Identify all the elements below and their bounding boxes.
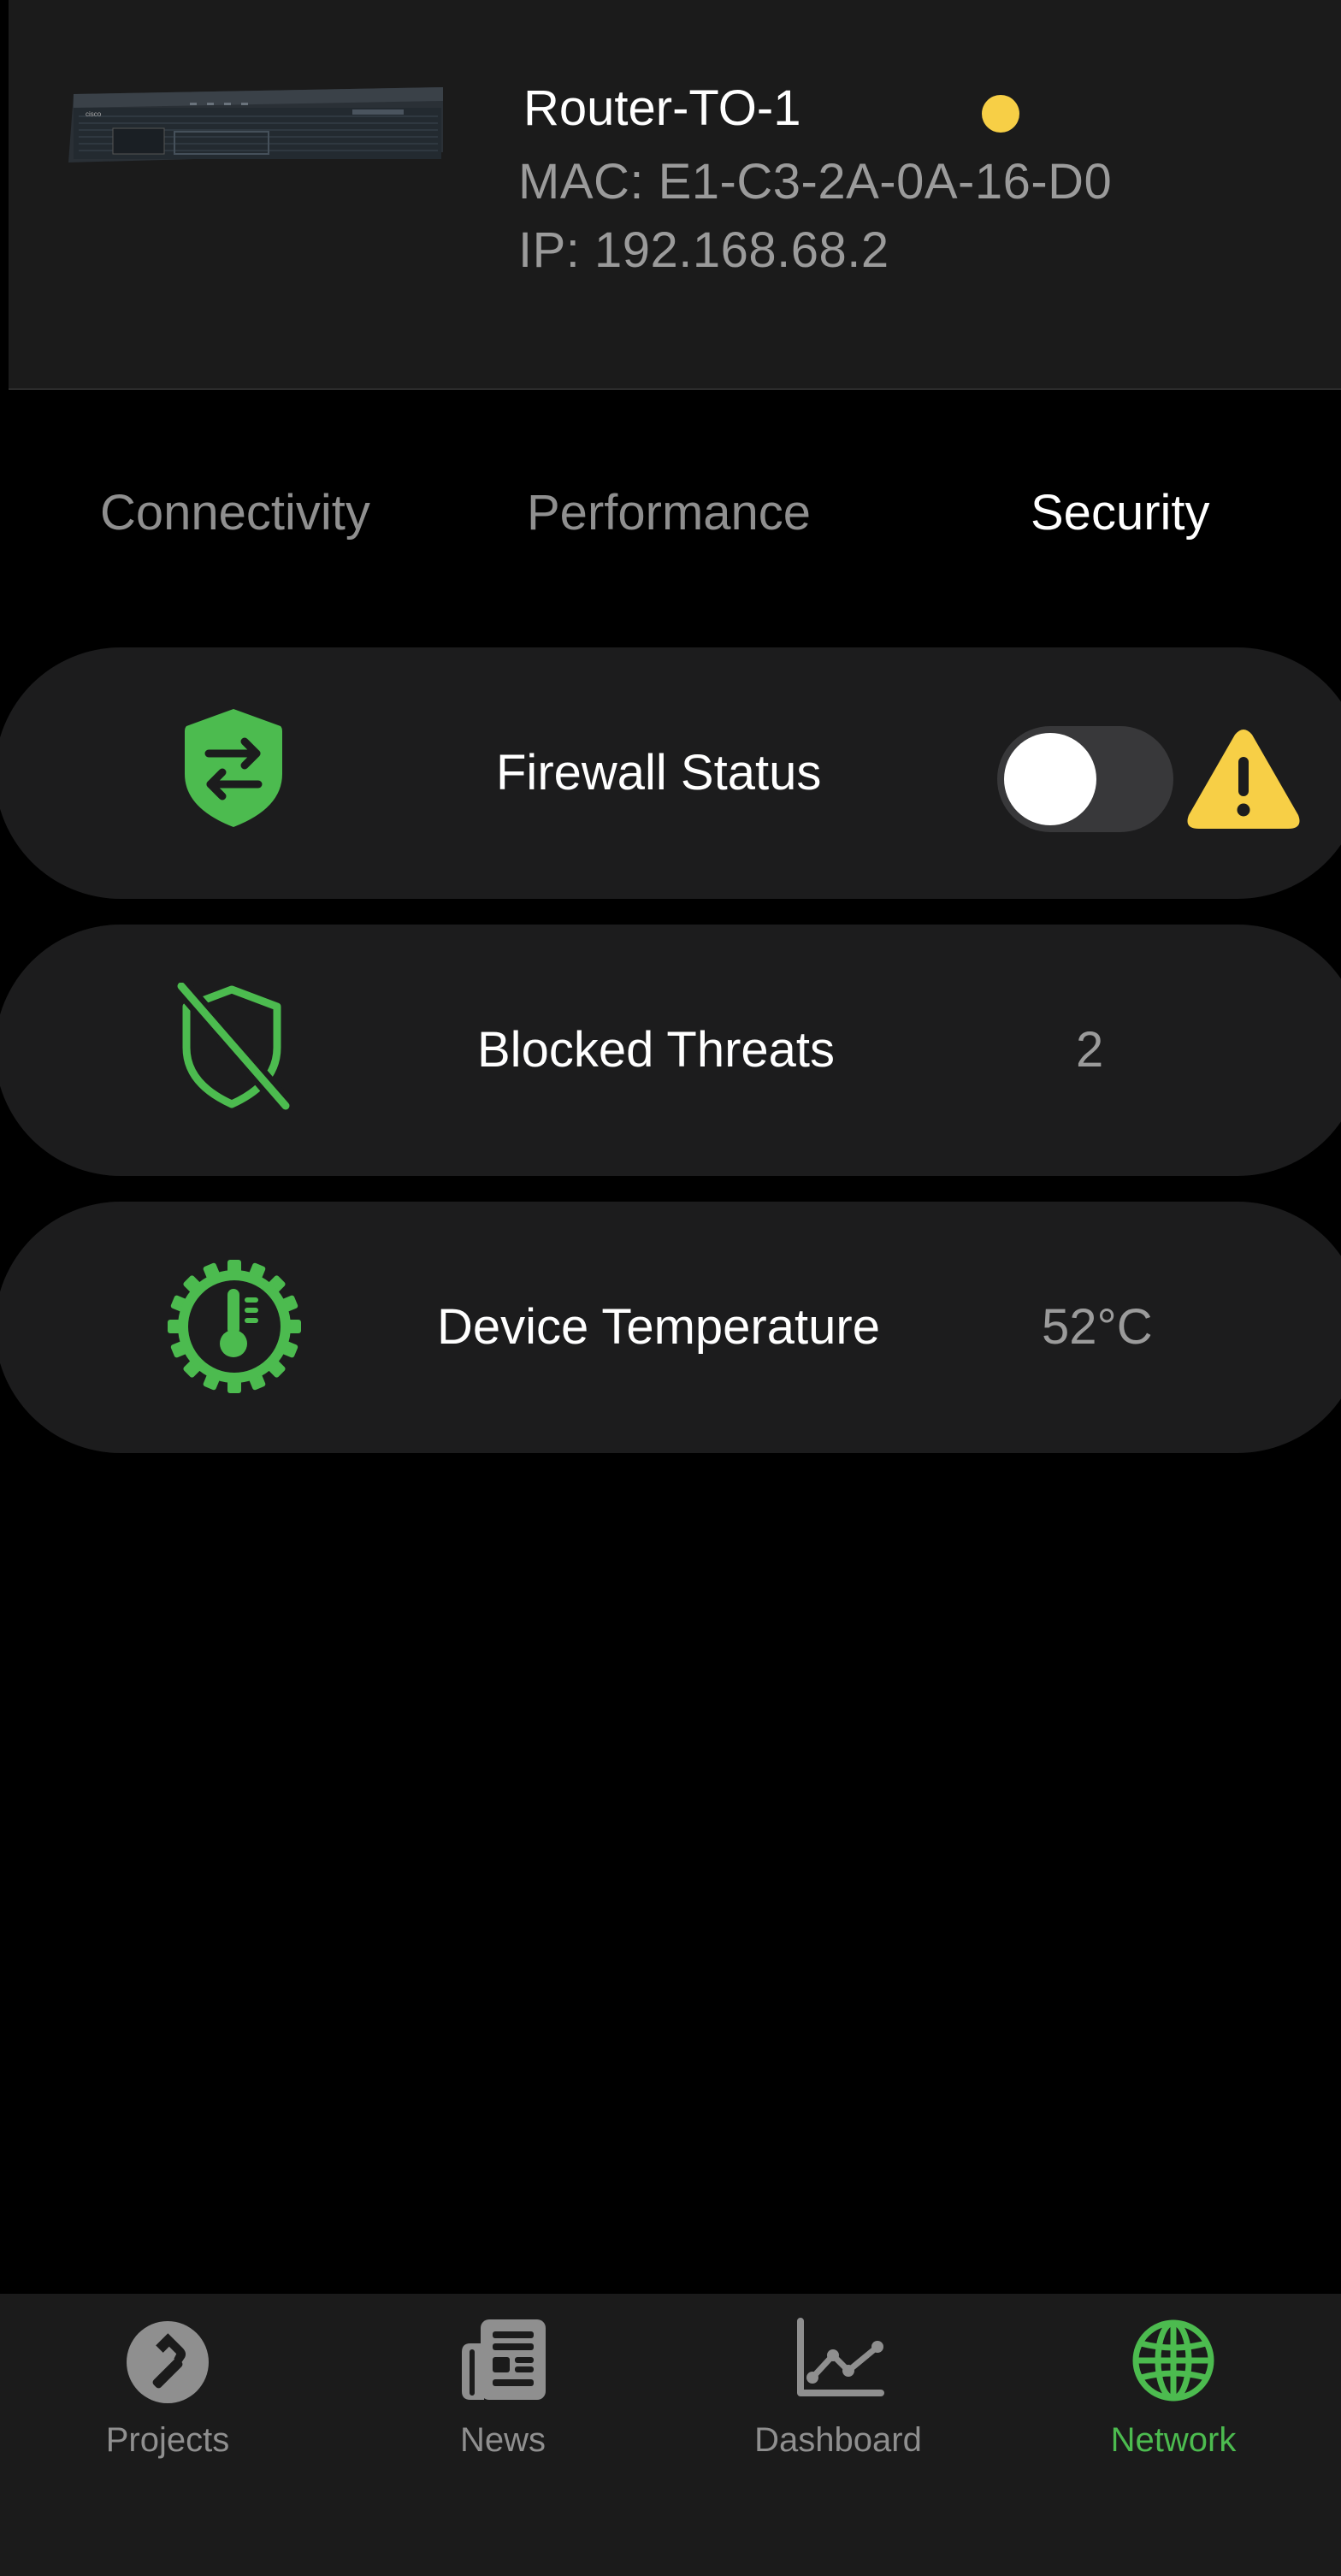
globe-icon: [1132, 2319, 1214, 2402]
firewall-toggle[interactable]: [997, 726, 1173, 832]
tabbar-label-network: Network: [1110, 2421, 1237, 2459]
router-image: cisco: [68, 87, 443, 162]
device-temperature-label: Device Temperature: [437, 1299, 880, 1355]
device-temperature-value: 52°C: [1042, 1299, 1153, 1355]
tabbar-item-dashboard[interactable]: Dashboard: [670, 2294, 1006, 2576]
tabbar-label-projects: Projects: [105, 2421, 230, 2459]
device-name: Router-TO-1: [523, 80, 801, 136]
toggle-knob[interactable]: [1004, 733, 1096, 825]
tab-security[interactable]: Security: [1031, 483, 1210, 543]
blocked-threats-label: Blocked Threats: [477, 1022, 836, 1078]
hammer-icon: [127, 2321, 209, 2403]
tabbar-item-projects[interactable]: Projects: [0, 2294, 335, 2576]
warning-icon: [1187, 730, 1300, 829]
blocked-threats-row: Blocked Threats 2: [0, 925, 1341, 1176]
tabbar-item-news[interactable]: News: [335, 2294, 670, 2576]
tabbar-item-network[interactable]: Network: [1006, 2294, 1341, 2576]
device-mac: MAC: E1-C3-2A-0A-16-D0: [518, 154, 1113, 210]
shield-slash-icon: [174, 983, 291, 1111]
blocked-threats-value: 2: [1076, 1022, 1104, 1078]
bottom-tab-bar: Projects News Dashboard Network: [0, 2294, 1341, 2576]
svg-text:cisco: cisco: [86, 110, 102, 118]
device-ip: IP: 192.168.68.2: [518, 222, 889, 278]
shield-arrows-icon: [185, 709, 282, 827]
chart-icon: [797, 2318, 884, 2396]
thermometer-gear-icon: [168, 1260, 301, 1393]
tab-performance[interactable]: Performance: [527, 483, 811, 543]
firewall-status-label: Firewall Status: [496, 745, 822, 801]
tabbar-label-news: News: [459, 2421, 546, 2459]
newspaper-icon: [462, 2319, 546, 2400]
firewall-status-row: Firewall Status: [0, 647, 1341, 899]
status-dot: [982, 95, 1019, 133]
device-temperature-row: Device Temperature 52°C: [0, 1202, 1341, 1453]
device-header: cisco Router-TO-1 MAC: E1-C3-2A-0A-16-D0…: [9, 0, 1341, 390]
tabbar-label-dashboard: Dashboard: [754, 2421, 922, 2459]
tab-connectivity[interactable]: Connectivity: [100, 483, 370, 543]
